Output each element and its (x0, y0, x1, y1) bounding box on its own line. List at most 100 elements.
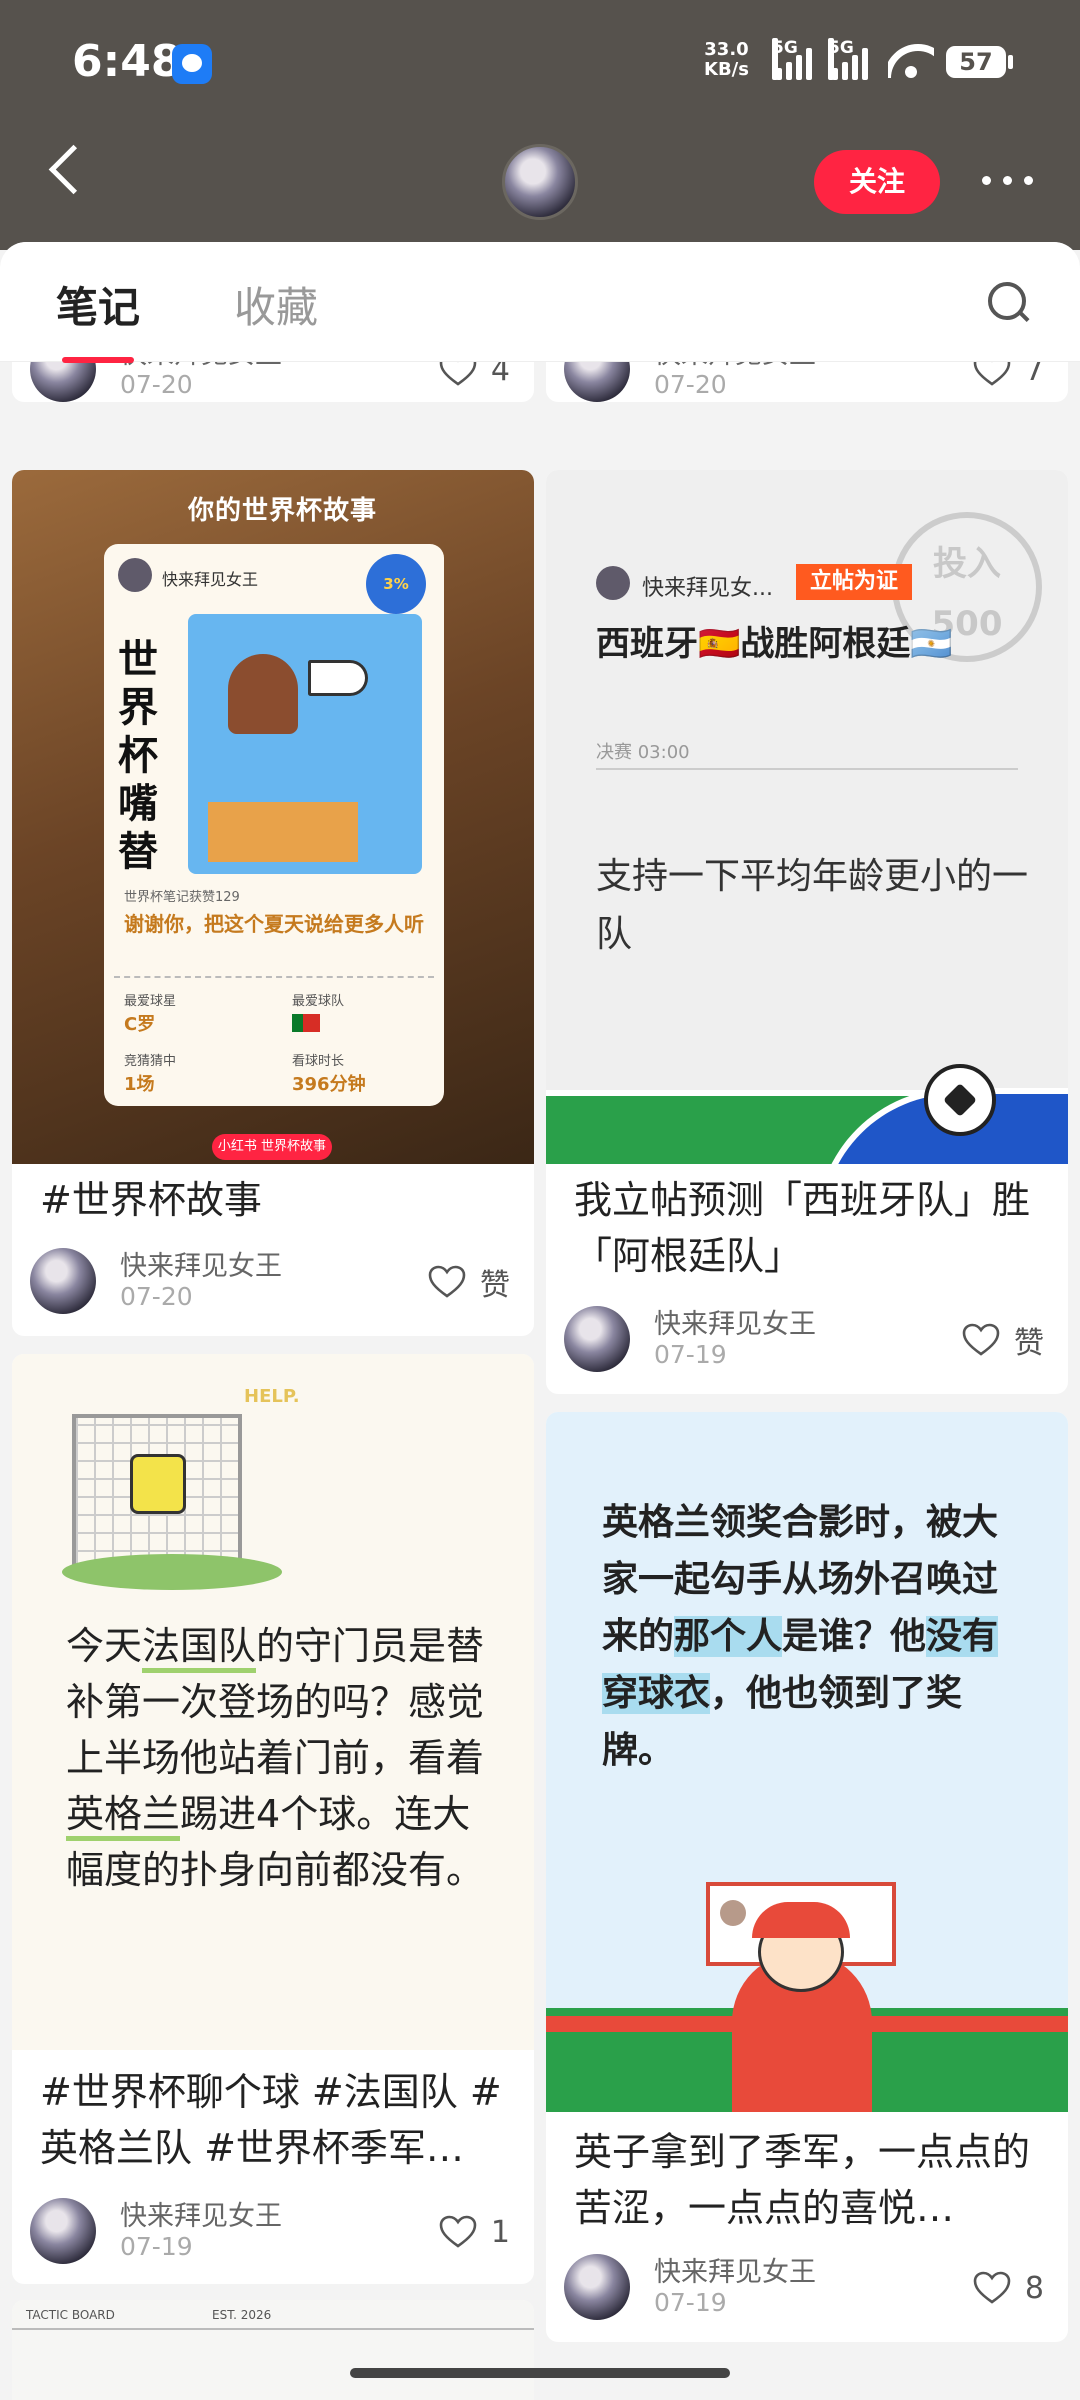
like-count: 8 (1024, 2270, 1044, 2306)
cover-text: 今天法国队的守门员是替补第一次登场的吗？感觉上半场他站着门前，看着英格兰踢进4个… (66, 1624, 485, 1892)
cover-avatar (596, 566, 630, 600)
tab-favorites[interactable]: 收藏 (234, 274, 318, 335)
ticket-thanks: 谢谢你，把这个夏天说给更多人听 (124, 912, 424, 936)
post-date: 07-19 (120, 2232, 193, 2261)
story-ticket: 快来拜见女王 3% 世界杯嘴替 世界杯笔记获赞129 谢谢你，把这个夏天说给更多… (104, 544, 444, 1106)
match-prediction: 西班牙🇪🇸战胜阿根廷🇦🇷 (596, 624, 953, 664)
poster-title: 你的世界杯故事 (188, 496, 378, 526)
heart-icon (439, 2215, 477, 2248)
like-button[interactable]: 赞 (962, 1320, 1044, 1361)
tactic-board-header: TACTIC BOARD EST. 2026 (12, 2300, 534, 2330)
avatar[interactable] (502, 144, 578, 220)
note-title[interactable]: 英子拿到了季军，一点点的苦涩，一点点的喜悦… (574, 2124, 1044, 2236)
network-speed-value: 33.0 (704, 39, 749, 60)
note-card[interactable]: 英格兰领奖合影时，被大家一起勾手从场外召唤过来的那个人是谁？他没有穿球衣，他也领… (546, 1412, 1068, 2342)
note-card[interactable]: 你的世界杯故事 快来拜见女王 3% 世界杯嘴替 世界杯笔记获赞129 谢谢你，把… (12, 470, 534, 1336)
signal-icon-sim1: 5G (772, 38, 822, 80)
poster-footer-tag: 小红书 世界杯故事 (212, 1134, 332, 1160)
post-date: 07-20 (120, 370, 193, 399)
post-date: 07-19 (654, 2288, 727, 2317)
note-cover-image[interactable]: 英格兰领奖合影时，被大家一起勾手从场外召唤过来的那个人是谁？他没有穿球衣，他也领… (546, 1412, 1068, 2112)
note-card-partial[interactable]: TACTIC BOARD EST. 2026 (12, 2300, 534, 2400)
status-bar: 6:48 33.0 KB/s 5G 5G 57 (0, 0, 1080, 125)
like-button[interactable]: 1 (439, 2212, 510, 2252)
ticket-divider (114, 976, 434, 978)
content-sheet: 快来拜见女王 07-20 4 快来拜见女王 07-20 7 笔记 收藏 你的世界… (0, 242, 1080, 2400)
ticket-vertical-title: 世界杯嘴替 (118, 637, 158, 875)
search-icon[interactable] (986, 280, 1032, 326)
post-date: 07-20 (120, 1282, 193, 1311)
watch-time-value: 396分钟 (292, 1074, 366, 1095)
note-title[interactable]: #世界杯聊个球 #法国队 #英格兰队 #世界杯季军… (40, 2064, 510, 2176)
card-meta: 快来拜见女王 07-19 1 (30, 2198, 510, 2268)
ticket-subtitle: 世界杯笔记获赞129 (124, 890, 240, 905)
ticket-author: 快来拜见女王 (162, 570, 259, 589)
author-name[interactable]: 快来拜见女王 (654, 2250, 816, 2289)
author-name[interactable]: 快来拜见女王 (120, 2194, 282, 2233)
like-count: 赞 (480, 1268, 510, 1303)
note-card[interactable]: HELP. 今天法国队的守门员是替补第一次登场的吗？感觉上半场他站着门前，看着英… (12, 1354, 534, 2284)
note-cover-image[interactable]: 你的世界杯故事 快来拜见女王 3% 世界杯嘴替 世界杯笔记获赞129 谢谢你，把… (12, 470, 534, 1164)
prediction-tag: 立帖为证 (796, 564, 913, 600)
portugal-flag-icon (292, 1014, 320, 1032)
wifi-icon (888, 44, 934, 78)
like-button[interactable]: 赞 (428, 1262, 510, 1303)
grass-patch (62, 1554, 282, 1590)
network-speed-unit: KB/s (704, 59, 749, 80)
football-icon (924, 1064, 996, 1136)
like-count: 赞 (1014, 1326, 1044, 1361)
back-button[interactable] (44, 140, 84, 200)
battery-icon: 57 (946, 46, 1013, 78)
match-stage: 决赛 03:00 (596, 742, 690, 763)
tab-bar: 笔记 收藏 (0, 242, 1080, 363)
card-meta: 快来拜见女王 07-19 8 (564, 2254, 1044, 2324)
status-time: 6:48 (72, 36, 182, 87)
fav-team-label: 最爱球队 (292, 994, 345, 1009)
note-cover-image[interactable]: 投入 500 快来拜见女... 立帖为证 西班牙🇪🇸战胜阿根廷🇦🇷 决赛 03:… (546, 470, 1068, 1164)
card-meta: 快来拜见女王 07-19 赞 (564, 1306, 1044, 1376)
home-indicator[interactable] (350, 2368, 730, 2378)
note-cover-image[interactable]: TACTIC BOARD EST. 2026 (12, 2300, 534, 2400)
author-avatar[interactable] (30, 1248, 96, 1314)
goalkeeper-illustration (130, 1454, 186, 1514)
author-avatar[interactable] (564, 2254, 630, 2320)
prediction-text: 支持一下平均年龄更小的一队 (596, 856, 1029, 955)
fav-player-label: 最爱球星 (124, 994, 177, 1009)
signal-icon-sim2: 5G (828, 38, 878, 80)
follow-button[interactable]: 关注 (814, 150, 940, 214)
heart-icon (973, 2271, 1011, 2304)
more-options-icon[interactable] (978, 170, 1038, 190)
guess-value: 1场 (124, 1074, 155, 1095)
heart-icon (428, 1265, 466, 1298)
author-avatar[interactable] (564, 1306, 630, 1372)
note-title[interactable]: #世界杯故事 (40, 1172, 510, 1228)
profile-header-background: 6:48 33.0 KB/s 5G 5G 57 关注 (0, 0, 1080, 250)
note-cover-image[interactable]: HELP. 今天法国队的守门员是替补第一次登场的吗？感觉上半场他站着门前，看着英… (12, 1354, 534, 2050)
board-label: TACTIC BOARD (26, 2308, 115, 2322)
divider (596, 768, 1018, 770)
author-name[interactable]: 快来拜见女王 (120, 1244, 282, 1283)
note-card[interactable]: 投入 500 快来拜见女... 立帖为证 西班牙🇪🇸战胜阿根廷🇦🇷 决赛 03:… (546, 470, 1068, 1394)
post-date: 07-20 (654, 370, 727, 399)
like-count: 1 (490, 2214, 510, 2250)
network-speed: 33.0 KB/s (704, 40, 749, 80)
note-title[interactable]: 我立帖预测「西班牙队」胜「阿根廷队」 (574, 1172, 1044, 1284)
heart-icon (962, 1323, 1000, 1356)
guess-label: 竞猜猜中 (124, 1054, 177, 1069)
app-notification-icon (172, 44, 212, 84)
cover-author: 快来拜见女... (642, 576, 773, 601)
help-text: HELP. (244, 1386, 300, 1407)
post-date: 07-19 (654, 1340, 727, 1369)
fav-player: C罗 (124, 1014, 156, 1035)
watch-time-label: 看球时长 (292, 1054, 345, 1069)
card-meta: 快来拜见女王 07-20 赞 (30, 1248, 510, 1318)
like-button[interactable]: 8 (973, 2268, 1044, 2308)
ticket-avatar (118, 558, 152, 592)
cover-text: 英格兰领奖合影时，被大家一起勾手从场外召唤过来的那个人是谁？他没有穿球衣，他也领… (602, 1502, 999, 1771)
author-avatar[interactable] (30, 2198, 96, 2264)
est-label: EST. 2026 (212, 2308, 272, 2322)
cheering-girl-illustration (188, 614, 422, 874)
tab-notes[interactable]: 笔记 (56, 274, 140, 363)
author-name[interactable]: 快来拜见女王 (654, 1302, 816, 1341)
rank-badge: 3% (366, 554, 426, 614)
